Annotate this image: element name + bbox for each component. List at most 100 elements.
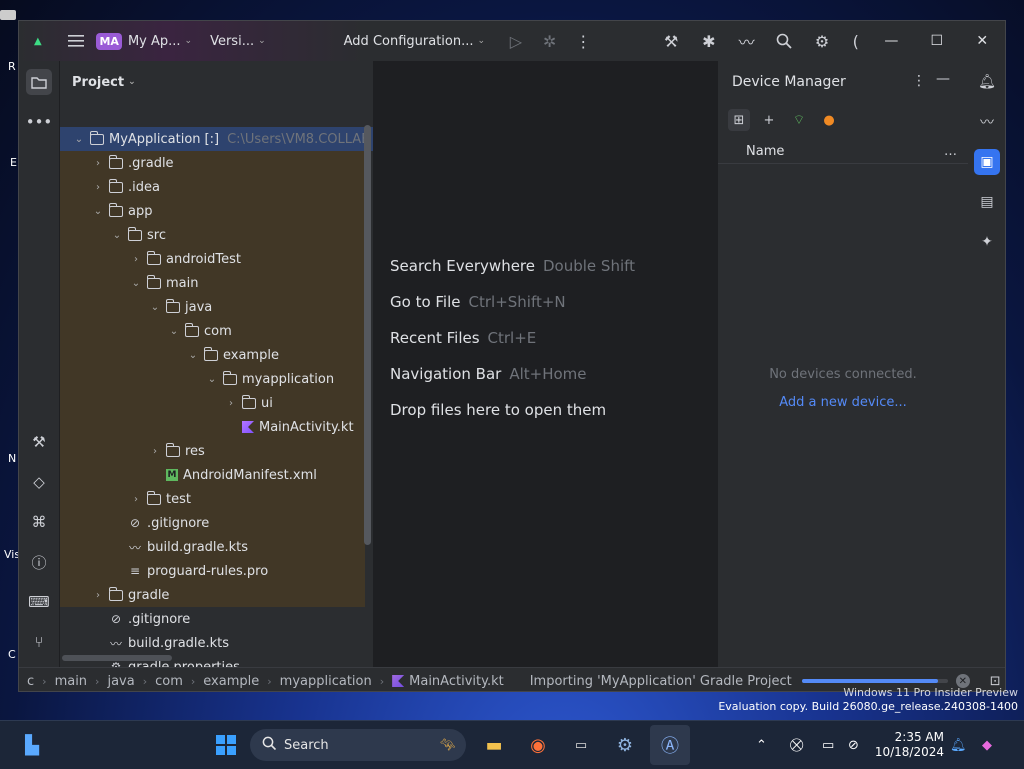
add-device-icon[interactable]: + bbox=[758, 109, 780, 131]
run-config-selector[interactable]: Add Configuration... ⌄ bbox=[344, 34, 485, 49]
tree-item[interactable]: › .idea bbox=[91, 175, 160, 199]
logcat-icon[interactable]: ⌘ bbox=[26, 509, 52, 535]
tree-item[interactable]: ⌄ example bbox=[186, 343, 279, 367]
file-explorer-icon[interactable]: ▬ bbox=[474, 725, 514, 765]
project-tool-button[interactable] bbox=[26, 69, 52, 95]
gradle-icon[interactable]: 〰 bbox=[974, 109, 1000, 135]
tree-item[interactable]: › test bbox=[129, 487, 191, 511]
horizontal-scrollbar[interactable] bbox=[62, 655, 172, 661]
search-icon[interactable] bbox=[773, 30, 795, 52]
chevron-right-icon[interactable]: › bbox=[91, 590, 105, 601]
tree-item[interactable]: ⌄ java bbox=[148, 295, 212, 319]
copilot-icon[interactable]: ◆ bbox=[982, 721, 992, 769]
breadcrumb-item[interactable]: java bbox=[107, 674, 134, 689]
chevron-right-icon[interactable]: › bbox=[91, 158, 105, 169]
android-studio-taskbar-icon[interactable]: Ⓐ bbox=[650, 725, 690, 765]
play-icon[interactable]: ▷ bbox=[505, 30, 527, 52]
terminal-icon[interactable]: ⌨ bbox=[26, 589, 52, 615]
chevron-down-icon[interactable]: ⌄ bbox=[110, 230, 124, 241]
tree-item[interactable]: ≡ proguard-rules.pro bbox=[110, 559, 268, 583]
tray-chevron-icon[interactable]: ⌃ bbox=[756, 721, 767, 769]
chevron-down-icon[interactable]: ⌄ bbox=[148, 302, 162, 313]
ai-icon[interactable]: ( bbox=[845, 30, 867, 52]
column-options-icon[interactable]: … bbox=[944, 144, 957, 159]
problems-icon[interactable]: ⓘ bbox=[26, 549, 52, 575]
tree-item[interactable]: ⌄ main bbox=[129, 271, 198, 295]
tree-item[interactable]: MainActivity.kt bbox=[224, 415, 354, 439]
tree-item[interactable]: ⌄ myapplication bbox=[205, 367, 334, 391]
desktop-icon[interactable] bbox=[0, 10, 16, 20]
tree-root[interactable]: ⌄ MyApplication [:] C:\Users\VM8.COLLAB bbox=[72, 127, 370, 151]
project-selector[interactable]: MA My Ap... ⌄ bbox=[96, 32, 192, 50]
hamburger-icon[interactable] bbox=[65, 30, 87, 52]
firebase-icon[interactable]: ● bbox=[818, 109, 840, 131]
tree-item[interactable]: ⊘ .gitignore bbox=[110, 511, 209, 535]
breadcrumb-item[interactable]: com bbox=[155, 674, 183, 689]
device-group-icon[interactable]: ⊞ bbox=[728, 109, 750, 131]
hide-icon[interactable]: — bbox=[936, 71, 950, 87]
more-icon[interactable]: ⋮ bbox=[573, 30, 595, 52]
chevron-right-icon[interactable]: › bbox=[148, 446, 162, 457]
firefox-icon[interactable]: ◉ bbox=[518, 725, 558, 765]
tree-item[interactable]: 〰 build.gradle.kts bbox=[91, 631, 229, 655]
tree-item[interactable]: › gradle bbox=[91, 583, 169, 607]
wifi-pair-icon[interactable]: ⌔ bbox=[788, 109, 810, 131]
more-icon[interactable]: ⋮ bbox=[912, 73, 926, 89]
debug-icon[interactable]: ✲ bbox=[539, 30, 561, 52]
terminal-app-icon[interactable]: ▭ bbox=[561, 725, 601, 765]
chevron-right-icon[interactable]: › bbox=[224, 398, 238, 409]
chevron-right-icon[interactable]: › bbox=[129, 494, 143, 505]
build-icon[interactable]: ⚒ bbox=[660, 30, 682, 52]
tree-item[interactable]: ⊘ .gitignore bbox=[91, 607, 190, 631]
running-devices-icon[interactable]: ▤ bbox=[974, 189, 1000, 215]
tree-item[interactable]: ⌄ app bbox=[91, 199, 152, 223]
gemini-icon[interactable]: ✦ bbox=[974, 229, 1000, 255]
display-icon[interactable]: ▭ bbox=[822, 721, 834, 769]
breadcrumb-item[interactable]: MainActivity.kt bbox=[409, 674, 504, 689]
chevron-down-icon[interactable]: ⌄ bbox=[186, 350, 200, 361]
network-icon[interactable]: ⛒ bbox=[790, 721, 803, 769]
breadcrumb-item[interactable]: example bbox=[203, 674, 259, 689]
tree-item[interactable]: 〰 build.gradle.kts bbox=[110, 535, 248, 559]
volume-icon[interactable]: ⊘ bbox=[848, 721, 859, 769]
tree-item[interactable]: › ui bbox=[224, 391, 273, 415]
taskbar-clock[interactable]: 2:35 AM 10/18/2024 bbox=[872, 730, 944, 760]
chevron-right-icon[interactable]: › bbox=[91, 182, 105, 193]
start-button[interactable] bbox=[206, 725, 246, 765]
breadcrumb-item[interactable]: myapplication bbox=[280, 674, 372, 689]
vcs-selector[interactable]: Versi... ⌄ bbox=[210, 34, 266, 49]
chevron-right-icon[interactable]: › bbox=[129, 254, 143, 265]
notification-bell-icon[interactable]: 🔔︎ bbox=[950, 721, 967, 769]
chevron-down-icon[interactable]: ⌄ bbox=[205, 374, 219, 385]
column-name[interactable]: Name bbox=[746, 144, 784, 159]
git-icon[interactable]: ⑂ bbox=[26, 629, 52, 655]
add-device-link[interactable]: Add a new device... bbox=[718, 395, 968, 410]
chevron-down-icon[interactable]: ⌄ bbox=[129, 278, 143, 289]
breadcrumb-item[interactable]: main bbox=[55, 674, 87, 689]
maximize-button[interactable]: ☐ bbox=[914, 21, 959, 61]
project-panel-header[interactable]: Project ⌄ bbox=[60, 61, 373, 103]
tree-item[interactable]: ⌄ com bbox=[167, 319, 232, 343]
chevron-down-icon[interactable]: ⌄ bbox=[91, 206, 105, 217]
editor-area[interactable]: Search Everywhere Double Shift Go to File… bbox=[374, 61, 716, 671]
taskbar-search[interactable]: Search 🦘︎ bbox=[250, 729, 466, 761]
build-tool-icon[interactable]: ⚒ bbox=[26, 429, 52, 455]
tree-item[interactable]: › androidTest bbox=[129, 247, 241, 271]
device-manager-icon[interactable]: ▣ bbox=[974, 149, 1000, 175]
tree-item[interactable]: ⌄ src bbox=[110, 223, 166, 247]
gear-icon[interactable]: ⚙ bbox=[811, 30, 833, 52]
breadcrumb-item[interactable]: c bbox=[27, 674, 34, 689]
chevron-down-icon[interactable]: ⌄ bbox=[167, 326, 181, 337]
notifications-icon[interactable]: 🔔︎ bbox=[974, 69, 1000, 95]
minimize-button[interactable]: — bbox=[869, 21, 914, 61]
vertical-scrollbar[interactable] bbox=[364, 125, 371, 545]
close-button[interactable]: ✕ bbox=[960, 21, 1005, 61]
tree-item[interactable]: › res bbox=[148, 439, 205, 463]
tree-item[interactable]: M AndroidManifest.xml bbox=[148, 463, 317, 487]
profile-icon[interactable]: 〰 bbox=[736, 30, 758, 52]
widgets-icon[interactable]: ▙ bbox=[12, 725, 52, 765]
gem-icon[interactable]: ◇ bbox=[26, 469, 52, 495]
bug-icon[interactable]: ✱ bbox=[698, 30, 720, 52]
settings-app-icon[interactable]: ⚙ bbox=[605, 725, 645, 765]
more-tools-icon[interactable]: ••• bbox=[26, 109, 53, 135]
